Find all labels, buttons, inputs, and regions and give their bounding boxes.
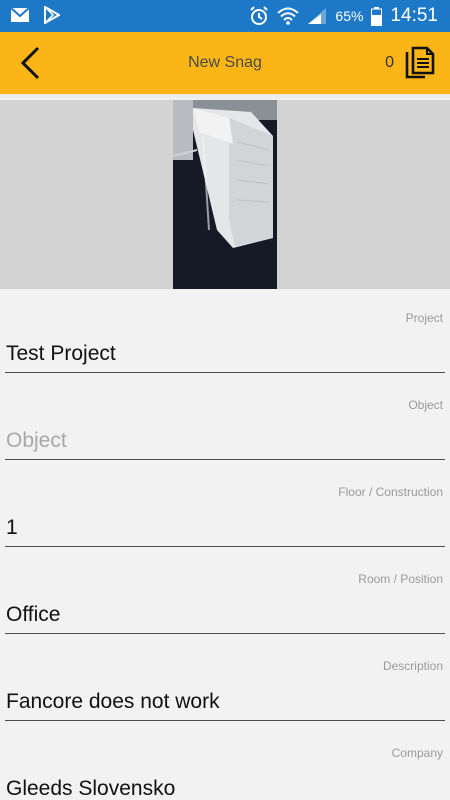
page-title: New Snag bbox=[188, 54, 262, 71]
system-indicators: 65% 14:51 bbox=[249, 0, 438, 32]
field-label: Room / Position bbox=[358, 572, 443, 586]
field-underline bbox=[5, 546, 445, 547]
object-field[interactable]: Object Object bbox=[0, 376, 450, 463]
room-position-value[interactable]: Office bbox=[6, 603, 60, 627]
field-label: Floor / Construction bbox=[338, 485, 443, 499]
project-value[interactable]: Test Project bbox=[6, 342, 116, 366]
floor-construction-field[interactable]: Floor / Construction 1 bbox=[0, 463, 450, 550]
status-bar: 65% 14:51 bbox=[0, 0, 450, 32]
field-underline bbox=[5, 459, 445, 460]
photo-area bbox=[0, 100, 450, 289]
snag-count: 0 bbox=[385, 54, 394, 71]
description-value[interactable]: Fancore does not work bbox=[6, 690, 220, 714]
app-bar: New Snag 0 bbox=[0, 32, 450, 94]
snag-form: Project Test Project Object Object Floor… bbox=[0, 289, 450, 800]
field-label: Company bbox=[391, 746, 443, 760]
wifi-icon bbox=[277, 7, 300, 25]
field-underline bbox=[5, 633, 445, 634]
documents-button[interactable] bbox=[404, 46, 436, 80]
battery-percent: 65% bbox=[335, 8, 364, 24]
mail-icon bbox=[10, 7, 30, 22]
back-button[interactable] bbox=[10, 43, 50, 83]
fan-coil-photo bbox=[173, 100, 277, 289]
description-field[interactable]: Description Fancore does not work bbox=[0, 637, 450, 724]
floor-construction-value[interactable]: 1 bbox=[6, 516, 18, 540]
company-value[interactable]: Gleeds Slovensko bbox=[6, 777, 175, 800]
notification-icons bbox=[10, 6, 60, 24]
snag-photo[interactable] bbox=[173, 100, 277, 289]
clock: 14:51 bbox=[390, 5, 438, 26]
room-position-field[interactable]: Room / Position Office bbox=[0, 550, 450, 637]
play-store-icon bbox=[44, 6, 60, 24]
chevron-left-icon bbox=[20, 46, 40, 80]
alarm-icon bbox=[250, 6, 269, 25]
field-label: Project bbox=[405, 311, 443, 325]
documents-icon bbox=[405, 46, 435, 79]
field-label: Object bbox=[408, 398, 443, 412]
field-underline bbox=[5, 372, 445, 373]
field-label: Description bbox=[382, 659, 443, 673]
signal-icon bbox=[308, 8, 327, 24]
project-field[interactable]: Project Test Project bbox=[0, 289, 450, 376]
object-placeholder[interactable]: Object bbox=[6, 429, 67, 453]
company-field[interactable]: Company Gleeds Slovensko bbox=[0, 724, 450, 800]
battery-icon bbox=[371, 6, 383, 26]
field-underline bbox=[5, 720, 445, 721]
